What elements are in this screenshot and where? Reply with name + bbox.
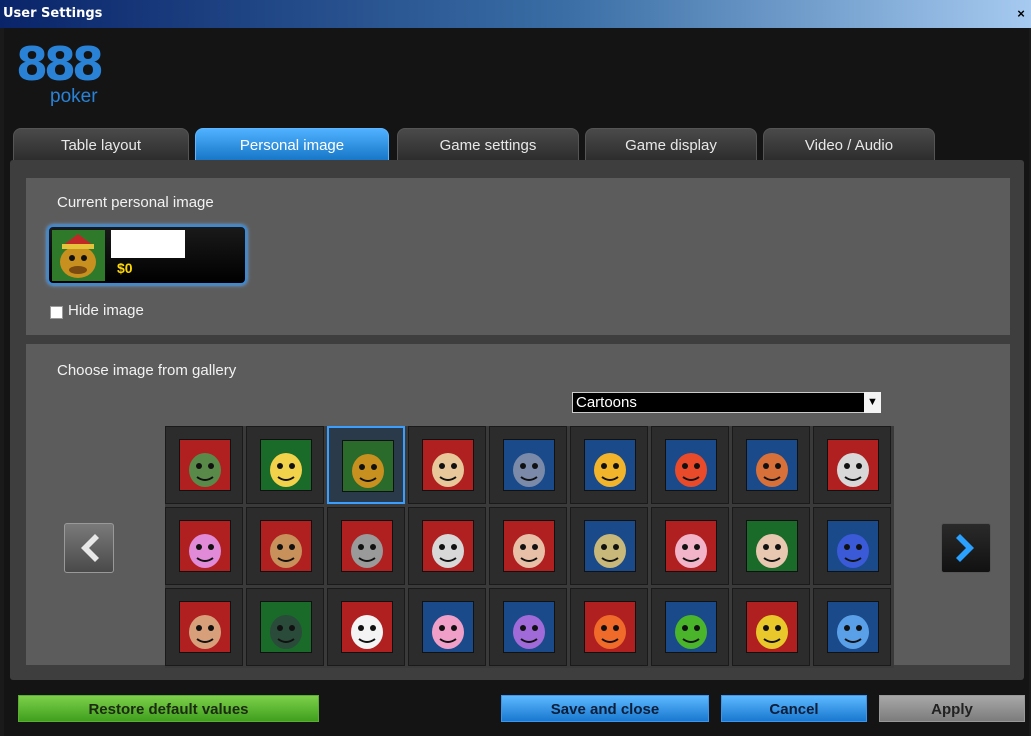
gallery-avatar[interactable]	[570, 588, 648, 666]
gallery-avatar[interactable]	[246, 588, 324, 666]
tab-content: Current personal image $0 Hide image Cho…	[10, 160, 1024, 680]
avatar-image	[746, 520, 798, 572]
gallery-avatar[interactable]	[813, 426, 891, 504]
player-name-field	[111, 230, 185, 258]
avatar-image	[179, 520, 231, 572]
avatar-image	[342, 440, 394, 492]
gallery-avatar[interactable]	[570, 426, 648, 504]
avatar-image	[260, 520, 312, 572]
current-image-heading: Current personal image	[57, 194, 214, 211]
gallery-avatar[interactable]	[165, 507, 243, 585]
window-title: User Settings	[3, 6, 103, 21]
gallery-avatar[interactable]	[165, 588, 243, 666]
avatar-image	[503, 439, 555, 491]
gallery-avatar[interactable]	[651, 507, 729, 585]
avatar-image	[341, 601, 393, 653]
tab-table-layout[interactable]: Table layout	[13, 128, 189, 160]
gallery-avatar[interactable]	[408, 507, 486, 585]
avatar-image	[584, 520, 636, 572]
avatar-image	[665, 439, 717, 491]
gallery-heading: Choose image from gallery	[57, 362, 237, 379]
gallery-avatar[interactable]	[408, 426, 486, 504]
gallery-category-select[interactable]: Cartoons ▼	[572, 392, 881, 413]
logo-word: poker	[50, 86, 98, 107]
avatar-image	[422, 601, 474, 653]
gallery-avatar[interactable]	[732, 426, 810, 504]
avatar-image	[665, 601, 717, 653]
gallery-avatar[interactable]	[489, 588, 567, 666]
gallery-prev-button[interactable]	[64, 523, 114, 573]
player-balance: $0	[117, 260, 133, 276]
hide-image-label: Hide image	[68, 302, 144, 319]
avatar-image	[422, 520, 474, 572]
gallery-avatar[interactable]	[651, 426, 729, 504]
gallery-avatar[interactable]	[489, 507, 567, 585]
avatar-image	[422, 439, 474, 491]
gallery-next-button[interactable]	[941, 523, 991, 573]
avatar-image	[503, 520, 555, 572]
gallery-avatar[interactable]	[813, 588, 891, 666]
gallery-avatar[interactable]	[813, 507, 891, 585]
avatar-image	[746, 601, 798, 653]
gallery-avatar[interactable]	[327, 507, 405, 585]
restore-defaults-button[interactable]: Restore default values	[18, 695, 319, 722]
tab-game-settings[interactable]: Game settings	[397, 128, 579, 160]
logo-number: 888	[16, 37, 104, 91]
footer-bar: Restore default values Save and close Ca…	[4, 688, 1029, 736]
tab-bar: Table layout Personal image Game setting…	[13, 128, 1031, 160]
tab-personal-image[interactable]: Personal image	[195, 128, 389, 160]
avatar-image	[827, 601, 879, 653]
avatar-image	[260, 601, 312, 653]
cancel-button[interactable]: Cancel	[721, 695, 867, 722]
gallery-category-value: Cartoons	[576, 394, 637, 411]
tab-video-audio[interactable]: Video / Audio	[763, 128, 935, 160]
current-avatar-card: $0	[47, 225, 247, 285]
avatar-gallery-grid	[165, 426, 894, 668]
tab-game-display[interactable]: Game display	[585, 128, 757, 160]
gallery-avatar[interactable]	[489, 426, 567, 504]
gallery-avatar[interactable]	[408, 588, 486, 666]
logo: 888 poker	[16, 38, 116, 118]
chevron-down-icon[interactable]: ▼	[864, 392, 881, 413]
gallery-avatar[interactable]	[327, 588, 405, 666]
settings-window: 888 poker Table layout Personal image Ga…	[4, 28, 1029, 736]
chevron-left-icon	[81, 534, 99, 562]
apply-button[interactable]: Apply	[879, 695, 1025, 722]
avatar-image	[260, 439, 312, 491]
avatar-image	[665, 520, 717, 572]
gallery-avatar[interactable]	[570, 507, 648, 585]
gallery-avatar[interactable]	[651, 588, 729, 666]
gallery-avatar[interactable]	[732, 507, 810, 585]
save-and-close-button[interactable]: Save and close	[501, 695, 709, 722]
avatar-image	[827, 439, 879, 491]
avatar-image	[179, 601, 231, 653]
gallery-avatar[interactable]	[327, 426, 405, 504]
avatar-image	[584, 601, 636, 653]
current-avatar-image	[52, 230, 105, 281]
gallery-avatar[interactable]	[165, 426, 243, 504]
hide-image-checkbox[interactable]	[50, 306, 63, 319]
gallery-avatar[interactable]	[732, 588, 810, 666]
avatar-image	[746, 439, 798, 491]
chevron-right-icon	[956, 534, 974, 562]
avatar-image	[179, 439, 231, 491]
gallery-avatar[interactable]	[246, 426, 324, 504]
avatar-image	[503, 601, 555, 653]
gallery-avatar[interactable]	[246, 507, 324, 585]
avatar-image	[584, 439, 636, 491]
avatar-image	[341, 520, 393, 572]
title-bar: User Settings ×	[0, 0, 1031, 28]
close-icon[interactable]: ×	[1013, 6, 1029, 22]
avatar-image	[827, 520, 879, 572]
